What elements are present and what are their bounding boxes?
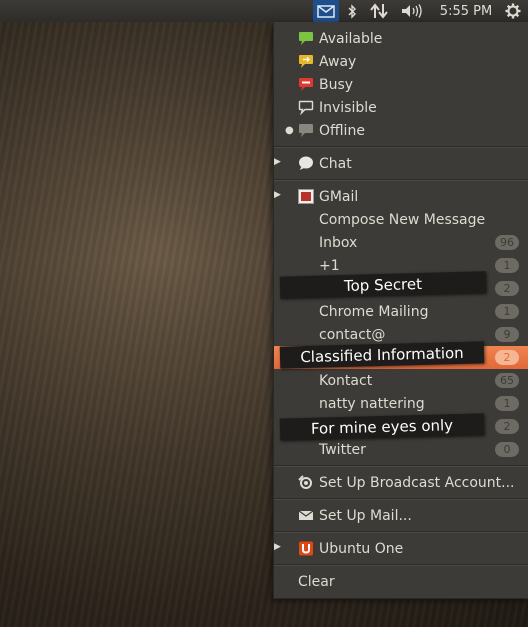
count-badge: 65: [495, 373, 519, 388]
clock[interactable]: 5:55 PM: [434, 0, 498, 22]
submenu-arrow-icon: ▶: [274, 157, 281, 167]
gmail-app-item[interactable]: ▶ GMail: [274, 185, 528, 208]
folder-label: Twitter: [319, 441, 366, 458]
folder-label: Inbox: [319, 234, 358, 251]
separator: [274, 498, 528, 500]
top-panel: 5:55 PM: [0, 0, 528, 22]
mail-folder-item[interactable]: Twitter 0: [274, 438, 528, 461]
network-arrows-icon: [370, 3, 388, 19]
broadcast-icon: [298, 475, 314, 490]
speaker-icon: [402, 4, 422, 18]
folder-label: +1: [319, 257, 340, 274]
count-badge: 2: [495, 350, 519, 365]
gear-icon: [505, 3, 521, 19]
count-badge: 9: [495, 327, 519, 342]
gmail-label: GMail: [319, 188, 359, 205]
envelope-icon: [317, 4, 335, 18]
status-label: Available: [319, 30, 383, 47]
chat-item[interactable]: ▶ Chat: [274, 152, 528, 175]
ubuntu-one-icon: [298, 541, 314, 556]
envelope-icon: [298, 508, 314, 523]
session-indicator[interactable]: [502, 0, 524, 22]
count-badge: 2: [495, 419, 519, 434]
status-busy[interactable]: Busy: [274, 73, 528, 96]
available-status-icon: [298, 31, 314, 46]
selected-bullet-icon: ●: [285, 125, 294, 136]
separator: [274, 146, 528, 148]
submenu-arrow-icon: ▶: [274, 542, 281, 552]
status-away[interactable]: Away: [274, 50, 528, 73]
count-badge: 0: [495, 442, 519, 457]
bluetooth-icon: [348, 3, 356, 19]
status-label: Busy: [319, 76, 354, 93]
away-status-icon: [298, 54, 314, 69]
folder-label: natty nattering: [319, 395, 425, 412]
setup-mail[interactable]: Set Up Mail...: [274, 504, 528, 527]
clear-button[interactable]: Clear: [274, 570, 528, 593]
separator: [274, 179, 528, 181]
status-label: Invisible: [319, 99, 377, 116]
gmail-icon: [298, 189, 314, 204]
offline-status-icon: [298, 123, 314, 138]
separator: [274, 564, 528, 566]
setup-broadcast-label: Set Up Broadcast Account...: [319, 474, 515, 491]
busy-status-icon: [298, 77, 314, 92]
submenu-arrow-icon: ▶: [274, 190, 281, 200]
network-indicator[interactable]: [367, 0, 391, 22]
mail-folder-item[interactable]: Kontact 65: [274, 369, 528, 392]
clear-label: Clear: [298, 573, 335, 590]
messaging-indicator[interactable]: [313, 0, 339, 22]
status-invisible[interactable]: Invisible: [274, 96, 528, 119]
setup-mail-label: Set Up Mail...: [319, 507, 412, 524]
invisible-status-icon: [298, 100, 314, 115]
folder-label: contact@: [319, 326, 386, 343]
ubuntu-one-label: Ubuntu One: [319, 540, 404, 557]
status-available[interactable]: Available: [274, 27, 528, 50]
count-badge: 1: [495, 396, 519, 411]
count-badge: 1: [495, 304, 519, 319]
status-label: Offline: [319, 122, 365, 139]
count-badge: 1: [495, 258, 519, 273]
chat-bubble-icon: [298, 156, 314, 171]
setup-broadcast-account[interactable]: Set Up Broadcast Account...: [274, 471, 528, 494]
compose-new-message[interactable]: Compose New Message: [274, 208, 528, 231]
status-label: Away: [319, 53, 357, 70]
mail-folder-item[interactable]: natty nattering 1: [274, 392, 528, 415]
count-badge: 96: [495, 235, 519, 250]
status-offline[interactable]: ● Offline: [274, 119, 528, 142]
separator: [274, 531, 528, 533]
separator: [274, 465, 528, 467]
messaging-menu: Available Away Busy Invisible ● Offline …: [273, 22, 528, 599]
ubuntu-one-item[interactable]: ▶ Ubuntu One: [274, 537, 528, 560]
compose-label: Compose New Message: [319, 211, 486, 228]
folder-label: Chrome Mailing: [319, 303, 429, 320]
folder-label: Kontact: [319, 372, 373, 389]
chat-label: Chat: [319, 155, 352, 172]
mail-folder-item[interactable]: Inbox 96: [274, 231, 528, 254]
bluetooth-indicator[interactable]: [343, 0, 361, 22]
count-badge: 2: [495, 281, 519, 296]
mail-folder-item[interactable]: Chrome Mailing 1: [274, 300, 528, 323]
volume-indicator[interactable]: [398, 0, 426, 22]
